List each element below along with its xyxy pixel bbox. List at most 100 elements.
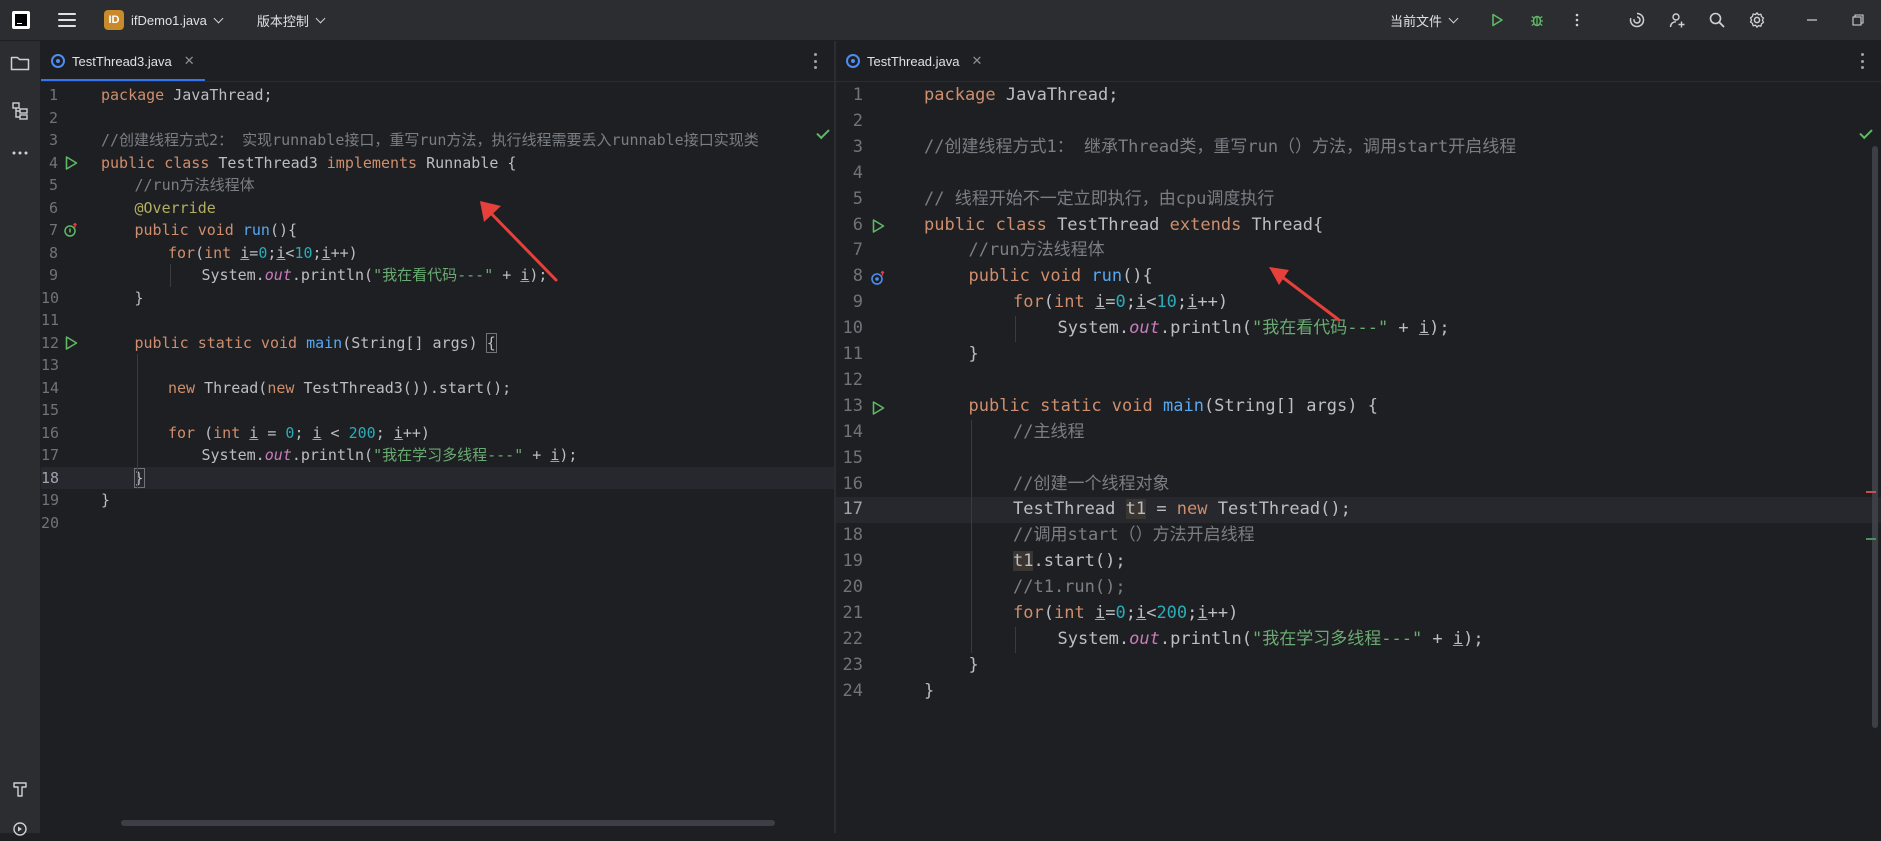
close-icon[interactable]: ✕	[972, 54, 983, 69]
horizontal-scrollbar[interactable]	[121, 820, 775, 826]
tab-testthread[interactable]: TestThread.java ✕	[836, 41, 992, 81]
code-with-me-icon[interactable]	[1665, 8, 1689, 32]
vertical-scrollbar[interactable]	[1872, 146, 1878, 728]
code-line[interactable]: 21 for(int i=0;i<200;i++)	[836, 601, 1881, 627]
code-line[interactable]: 15	[41, 399, 834, 422]
code-line[interactable]: 8 public void run(){	[836, 264, 1881, 290]
line-number: 16	[842, 473, 863, 494]
implements-method-icon[interactable]	[63, 222, 79, 238]
line-number: 21	[842, 603, 863, 623]
code-token: +	[1388, 318, 1419, 339]
code-line[interactable]: 11}	[836, 342, 1881, 368]
code-line[interactable]: 14 //主线程	[836, 420, 1881, 446]
error-stripe-marker[interactable]	[1866, 491, 1876, 493]
structure-icon[interactable]	[8, 99, 32, 123]
code-line[interactable]: 9 for(int i=0;i<10;i++)	[836, 290, 1881, 316]
close-icon[interactable]: ✕	[184, 54, 195, 69]
code-line[interactable]: 22 System.out.println("我在学习多线程---" + i);	[836, 627, 1881, 653]
code-line[interactable]: 6 public class TestThread extends Thread{	[836, 213, 1881, 239]
line-number: 14	[41, 378, 60, 397]
more-horizontal-icon[interactable]	[8, 141, 32, 165]
run-class-icon[interactable]	[63, 155, 79, 171]
code-line[interactable]: 1 package JavaThread;	[41, 84, 834, 107]
code-line[interactable]: 12	[836, 368, 1881, 394]
run-config-selector[interactable]: 当前文件	[1383, 11, 1459, 30]
code-token: }	[968, 344, 979, 364]
code-line[interactable]: 17 TestThread t1 = new TestThread();	[836, 497, 1881, 524]
code-token: ++)	[402, 423, 430, 442]
code-line[interactable]: 19}	[41, 489, 834, 512]
code-token: TestThread	[1013, 499, 1126, 520]
vcs-menu[interactable]: 版本控制	[250, 11, 326, 30]
code-line[interactable]: 18 //调用start（）方法开启线程	[836, 523, 1881, 549]
code-text: public static void main(String[] args) {	[969, 394, 1378, 420]
code-line[interactable]: 13 public static void main(String[] args)…	[836, 394, 1881, 420]
search-icon[interactable]	[1705, 8, 1729, 32]
code-line[interactable]: 20 //t1.run();	[836, 575, 1881, 601]
minimize-icon[interactable]	[1789, 0, 1835, 40]
code-token: t1	[1013, 551, 1034, 572]
code-line[interactable]: 23}	[836, 653, 1881, 679]
code-line[interactable]: 3 //创建线程方式1： 继承Thread类，重写run（）方法，调用start开…	[836, 135, 1881, 161]
change-stripe-marker[interactable]	[1866, 538, 1876, 540]
run-icon[interactable]	[1485, 8, 1509, 32]
hamburger-icon[interactable]	[58, 13, 76, 27]
build-icon[interactable]	[8, 777, 32, 801]
code-line[interactable]: 24}	[836, 679, 1881, 705]
code-line[interactable]: 7 public void run(){	[41, 219, 834, 242]
code-line[interactable]: 14 new Thread(new TestThread3()).start();	[41, 377, 834, 400]
code-line[interactable]: 12 public static void main(String[] args)…	[41, 332, 834, 355]
code-line[interactable]: 18}	[41, 466, 834, 489]
line-number: 18	[41, 468, 60, 487]
more-vertical-icon[interactable]	[807, 53, 823, 69]
code-line[interactable]: 2	[836, 109, 1881, 135]
code-line[interactable]: 10}	[41, 287, 834, 310]
line-number: 22	[842, 628, 863, 649]
code-line[interactable]: 4	[836, 161, 1881, 187]
restore-icon[interactable]	[1835, 0, 1881, 40]
more-vertical-icon[interactable]	[1565, 8, 1589, 32]
code-line[interactable]: 20	[41, 512, 834, 535]
java-class-icon	[51, 54, 65, 68]
code-line[interactable]: 10 System.out.println("我在看代码---" + i);	[836, 316, 1881, 342]
run-class-icon[interactable]	[870, 217, 886, 234]
code-token: .println(	[291, 446, 374, 464]
more-vertical-icon[interactable]	[1854, 53, 1870, 69]
java-class-icon	[846, 54, 860, 68]
code-token: .println(	[1159, 628, 1252, 649]
code-line[interactable]: 11	[41, 309, 834, 332]
code-line[interactable]: 16 for (int i = 0; i < 200; i++)	[41, 422, 834, 445]
code-line[interactable]: 8 for(int i=0;i<10;i++)	[41, 242, 834, 265]
project-switcher[interactable]: ID ifDemo1.java	[98, 6, 228, 34]
left-code-editor[interactable]: 1 package JavaThread; 2 3 //创建线程方式2： 实现runna…	[41, 82, 834, 833]
tab-testthread3[interactable]: TestThread3.java ✕	[41, 41, 205, 81]
code-line[interactable]: 17 System.out.println("我在学习多线程---" + i);	[41, 444, 834, 467]
code-token: i	[240, 243, 250, 262]
code-token: ++)	[330, 243, 358, 262]
debug-icon[interactable]	[1525, 8, 1549, 32]
code-line[interactable]: 9 System.out.println("我在看代码---" + i);	[41, 264, 834, 287]
active-tab-indicator	[41, 79, 205, 81]
run-main-icon[interactable]	[63, 335, 79, 351]
run-main-icon[interactable]	[870, 399, 886, 415]
gear-icon[interactable]	[1745, 8, 1769, 32]
code-line[interactable]: 6 @Override	[41, 197, 834, 220]
code-line[interactable]: 3 //创建线程方式2： 实现runnable接口，重写run方法，执行线程需要丢…	[41, 129, 834, 152]
code-line[interactable]: 5 // 线程开始不一定立即执行，由cpu调度执行	[836, 187, 1881, 213]
folder-icon[interactable]	[8, 51, 32, 75]
code-line[interactable]: 19 t1.start();	[836, 549, 1881, 575]
code-token: out	[1129, 318, 1160, 339]
services-icon[interactable]	[8, 817, 32, 841]
code-line[interactable]: 1 package JavaThread;	[836, 83, 1881, 109]
overrides-method-icon[interactable]	[870, 269, 886, 286]
code-line[interactable]: 5 //run方法线程体	[41, 174, 834, 197]
ai-assistant-icon[interactable]	[1625, 8, 1649, 32]
code-line[interactable]: 2	[41, 107, 834, 130]
code-line[interactable]: 16 //创建一个线程对象	[836, 472, 1881, 498]
code-line[interactable]: 4 public class TestThread3 implements Run…	[41, 152, 834, 175]
code-line[interactable]: 15	[836, 446, 1881, 472]
code-line[interactable]: 7 //run方法线程体	[836, 238, 1881, 264]
right-code-editor[interactable]: 1 package JavaThread; 2 3//创建线程方式1： 继承Threa…	[836, 82, 1881, 833]
code-line[interactable]: 13	[41, 354, 834, 377]
